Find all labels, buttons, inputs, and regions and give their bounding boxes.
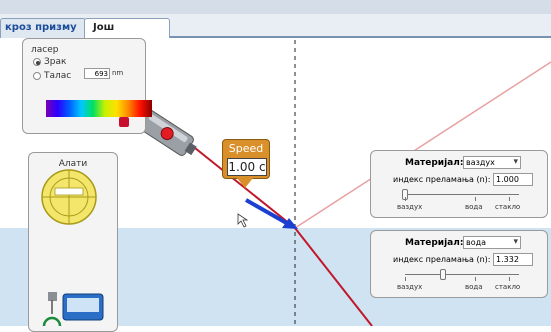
speed-vector [245, 198, 291, 227]
wavelength-unit: nm [112, 69, 124, 77]
radio-ray[interactable]: Зрак [33, 57, 66, 67]
speed-tool-pointer[interactable] [237, 178, 253, 188]
speed-tool[interactable]: Speed 1.00 c [222, 139, 270, 179]
bottom-index-slider[interactable] [405, 274, 519, 275]
top-material-select[interactable]: ваздух [463, 156, 521, 169]
top-tick-label-water: вода [465, 203, 483, 211]
radio-wave[interactable]: Талас [33, 71, 71, 81]
bottom-material-label: Материјал: [405, 238, 464, 248]
top-tick-label-air: ваздух [397, 203, 423, 211]
top-tick-label-glass: стакло [495, 203, 521, 211]
top-material-label: Материјал: [405, 158, 464, 168]
protractor-icon[interactable] [41, 169, 97, 225]
bottom-index-input[interactable]: 1.332 [493, 253, 533, 266]
top-index-slider[interactable] [405, 194, 519, 195]
bottom-tick-air [405, 277, 406, 281]
bottom-tick-glass [509, 277, 510, 281]
radio-wave-label: Талас [44, 71, 72, 81]
top-tick-water [475, 197, 476, 201]
bottom-index-label: индекс преламања (n): [393, 255, 491, 264]
top-tick-air [405, 197, 406, 201]
wavelength-slider-knob[interactable] [119, 117, 129, 127]
tools-title: Алати [58, 159, 88, 169]
radio-ray-indicator[interactable] [33, 58, 41, 66]
bottom-index-slider-knob[interactable] [439, 269, 446, 280]
refracted-ray [294, 227, 373, 326]
top-index-label: индекс преламања (n): [393, 175, 491, 184]
bottom-tick-label-water: вода [465, 283, 483, 291]
wavelength-input[interactable]: 693 [84, 68, 110, 79]
bottom-tick-label-glass: стакло [495, 283, 521, 291]
radio-ray-label: Зрак [44, 57, 67, 67]
top-index-input[interactable]: 1.000 [493, 173, 533, 186]
wavelength-spectrum-slider[interactable] [46, 100, 152, 117]
top-tick-glass [509, 197, 510, 201]
bottom-medium-panel: Материјал: вода индекс преламања (n): 1.… [370, 230, 548, 298]
bottom-tick-water [475, 277, 476, 281]
laser-title: ласер [31, 45, 59, 55]
mouse-cursor-icon [237, 213, 249, 228]
speed-tool-label: Speed [228, 142, 264, 155]
speed-tool-value: 1.00 c [227, 158, 267, 176]
radio-wave-indicator[interactable] [33, 72, 41, 80]
top-medium-panel: Материјал: ваздух индекс преламања (n): … [370, 150, 548, 218]
bottom-tick-label-air: ваздух [397, 283, 423, 291]
bottom-material-select[interactable]: вода [463, 236, 521, 249]
